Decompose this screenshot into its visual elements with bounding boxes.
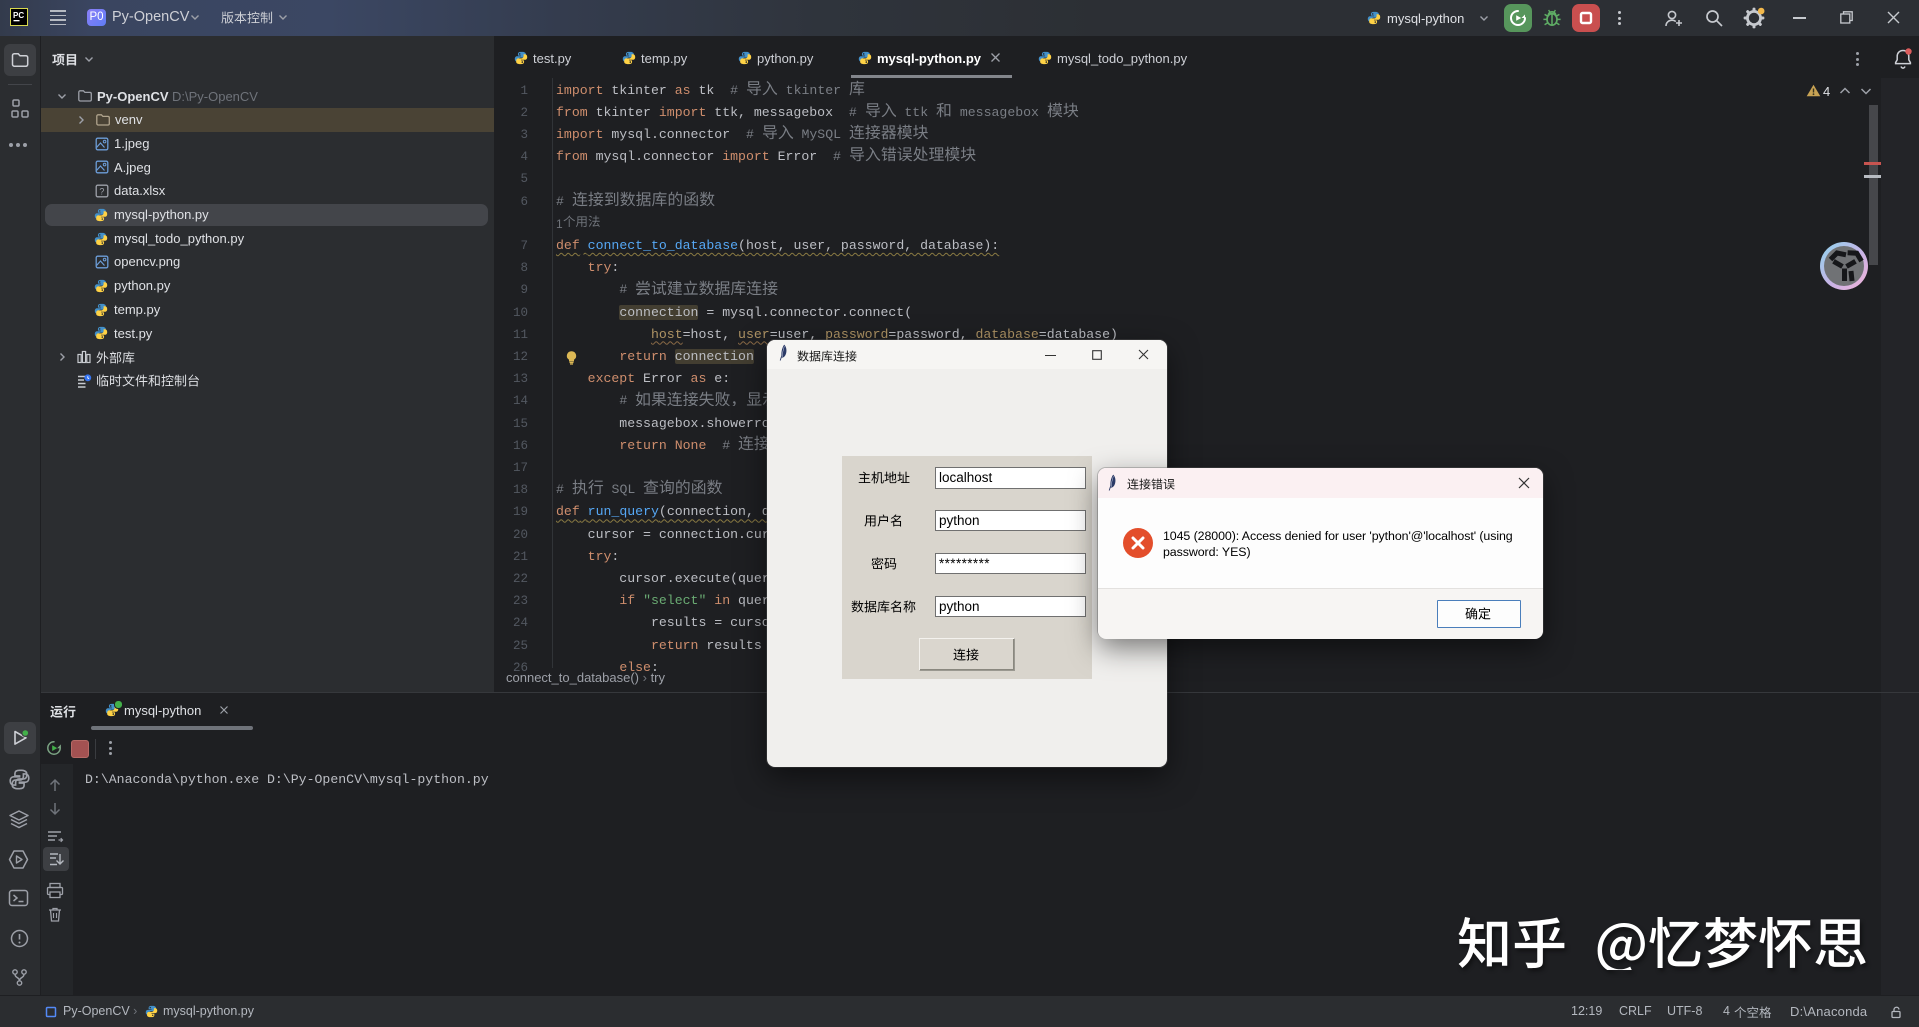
svg-text:PC: PC xyxy=(13,11,24,20)
